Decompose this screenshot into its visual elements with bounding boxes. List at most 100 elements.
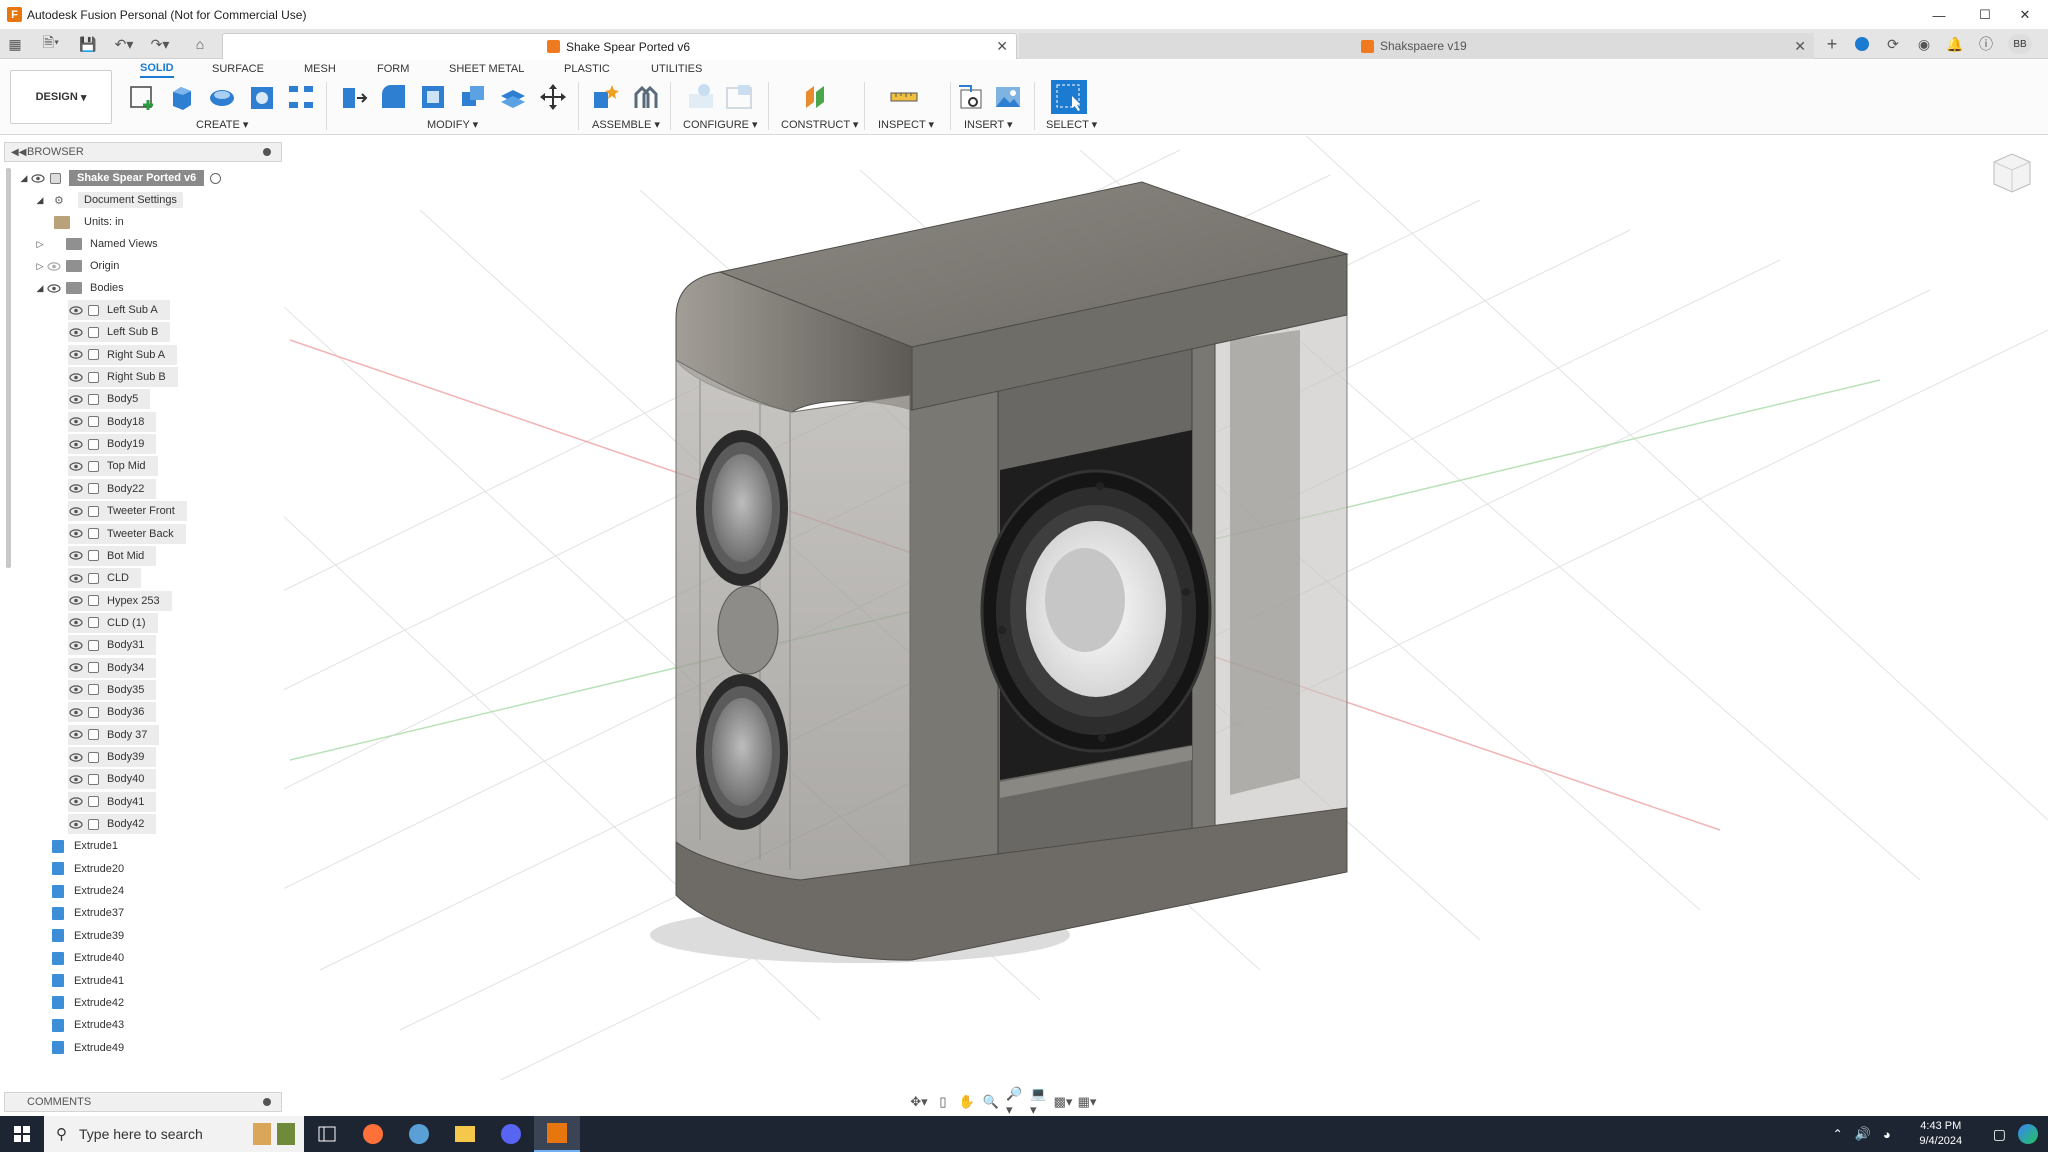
group-insert[interactable]: INSERT ▾ — [964, 118, 1013, 131]
tree-feature[interactable]: Extrude1 — [52, 836, 118, 856]
grid-settings-icon[interactable]: ▩▾ — [1054, 1094, 1073, 1110]
tree-document-settings[interactable]: ◢ ⚙ Document Settings — [34, 190, 183, 210]
zoom-icon[interactable]: 🔍 — [982, 1094, 1000, 1110]
visibility-icon[interactable] — [68, 685, 84, 695]
new-tab-icon[interactable]: + — [1822, 34, 1842, 54]
configure-rule-icon[interactable] — [724, 82, 754, 112]
close-icon[interactable]: ✕ — [2002, 0, 2048, 30]
start-button-icon[interactable] — [0, 1116, 44, 1152]
tree-body[interactable]: Body19 — [68, 434, 157, 455]
chevron-up-icon[interactable]: ⌃ — [1833, 1127, 1843, 1141]
visibility-icon[interactable] — [68, 730, 84, 740]
user-avatar[interactable]: BB — [2008, 34, 2032, 54]
visibility-icon[interactable] — [68, 551, 84, 561]
fusion-taskbar-icon[interactable] — [534, 1116, 580, 1152]
visibility-icon[interactable] — [68, 506, 84, 516]
tree-feature[interactable]: Extrude42 — [52, 993, 124, 1013]
tree-root[interactable]: ◢ Shake Spear Ported v6 — [18, 168, 222, 188]
close-tab-icon[interactable]: ✕ — [996, 38, 1008, 55]
visibility-icon[interactable] — [68, 819, 84, 829]
combine-icon[interactable] — [458, 82, 488, 112]
joint-icon[interactable] — [630, 82, 660, 112]
visibility-icon[interactable] — [68, 797, 84, 807]
tree-body[interactable]: Body39 — [68, 747, 157, 767]
configure-table-icon[interactable] — [686, 82, 716, 112]
close-tab-icon[interactable]: ✕ — [1794, 38, 1806, 55]
viewport-canvas[interactable] — [0, 129, 2048, 1091]
visibility-icon[interactable] — [68, 439, 84, 449]
tree-body[interactable]: Body34 — [68, 657, 157, 678]
tab-form[interactable]: FORM — [377, 60, 409, 78]
fillet-icon[interactable] — [378, 82, 408, 112]
copilot-icon[interactable] — [2018, 1124, 2038, 1144]
visibility-icon[interactable] — [68, 305, 84, 315]
tree-body[interactable]: Left Sub B — [68, 322, 171, 343]
fit-icon[interactable]: 🔎▾ — [1006, 1086, 1024, 1117]
tree-body[interactable]: Top Mid — [68, 456, 158, 477]
tree-body[interactable]: Right Sub B — [68, 367, 178, 388]
hole-icon[interactable] — [247, 82, 277, 112]
collapse-panel-icon[interactable]: ◀◀ — [11, 147, 26, 158]
offset-plane-icon[interactable] — [800, 82, 830, 112]
move-icon[interactable] — [538, 82, 568, 112]
offset-face-icon[interactable] — [498, 82, 528, 112]
tree-body[interactable]: CLD (1) — [68, 612, 158, 633]
tree-body[interactable]: Body42 — [68, 814, 157, 835]
visibility-icon[interactable] — [68, 327, 84, 337]
volume-icon[interactable]: 🔊 — [1855, 1126, 1871, 1142]
file-explorer-icon[interactable] — [442, 1116, 488, 1152]
visibility-icon[interactable] — [68, 417, 84, 427]
tree-named-views[interactable]: ▷ Named Views — [34, 234, 158, 254]
tree-body[interactable]: Body36 — [68, 702, 157, 723]
tree-origin[interactable]: ▷ Origin — [34, 256, 119, 276]
visibility-icon[interactable] — [68, 372, 84, 382]
tree-feature[interactable]: Extrude20 — [52, 859, 124, 879]
pin-icon[interactable] — [263, 148, 271, 156]
browser-scrollbar[interactable] — [6, 168, 11, 568]
visibility-icon[interactable] — [68, 484, 84, 494]
taskbar-search[interactable]: ⚲ Type here to search — [44, 1116, 244, 1152]
tree-body[interactable]: Left Sub A — [68, 300, 170, 320]
visibility-icon[interactable] — [46, 283, 62, 293]
expand-toggle-icon[interactable]: ◢ — [34, 283, 46, 294]
visibility-icon[interactable] — [68, 394, 84, 404]
clock[interactable]: 4:43 PM 9/4/2024 — [1901, 1119, 1981, 1149]
extrude-icon[interactable] — [167, 82, 197, 112]
help-icon[interactable]: ⓘ — [1976, 34, 1996, 54]
tree-body[interactable]: Body18 — [68, 411, 157, 432]
expand-toggle-icon[interactable]: ▷ — [34, 261, 46, 272]
tree-body[interactable]: Body5 — [68, 389, 151, 410]
measure-icon[interactable] — [889, 82, 919, 112]
pin-icon[interactable] — [263, 1098, 271, 1106]
steam-icon[interactable] — [396, 1116, 442, 1152]
group-create[interactable]: CREATE ▾ — [196, 118, 248, 131]
notification-center-icon[interactable]: ▢ — [1993, 1126, 2006, 1143]
tree-body[interactable]: CLD — [68, 568, 142, 589]
task-view-icon[interactable] — [304, 1116, 350, 1152]
shell-icon[interactable] — [418, 82, 448, 112]
new-component-icon[interactable] — [590, 82, 620, 112]
extensions-icon[interactable] — [1852, 34, 1872, 54]
tree-body[interactable]: Body41 — [68, 791, 157, 812]
tab-utilities[interactable]: UTILITIES — [651, 60, 702, 78]
network-icon[interactable]: ◕ — [1883, 1127, 1891, 1142]
home-icon[interactable]: ⌂ — [188, 34, 212, 54]
visibility-icon[interactable] — [68, 618, 84, 628]
firefox-icon[interactable] — [350, 1116, 396, 1152]
pan-icon[interactable]: ✋ — [958, 1094, 976, 1110]
visibility-icon[interactable] — [68, 350, 84, 360]
undo-icon[interactable]: ↶▾ — [110, 34, 138, 54]
select-icon[interactable] — [1051, 80, 1087, 114]
tree-body[interactable]: Tweeter Front — [68, 501, 187, 522]
pattern-icon[interactable] — [286, 82, 316, 112]
group-inspect[interactable]: INSPECT ▾ — [878, 118, 934, 131]
file-icon[interactable]: 🗎▾ — [38, 34, 64, 54]
tab-shake-spear-ported[interactable]: Shake Spear Ported v6 ✕ — [222, 33, 1017, 59]
group-select[interactable]: SELECT ▾ — [1046, 118, 1097, 131]
expand-toggle-icon[interactable]: ▷ — [34, 239, 46, 250]
discord-icon[interactable] — [488, 1116, 534, 1152]
tree-body[interactable]: Body22 — [68, 478, 157, 499]
tree-body[interactable]: Bot Mid — [68, 545, 157, 566]
tree-feature[interactable]: Extrude24 — [52, 881, 124, 901]
activate-icon[interactable] — [210, 172, 222, 184]
